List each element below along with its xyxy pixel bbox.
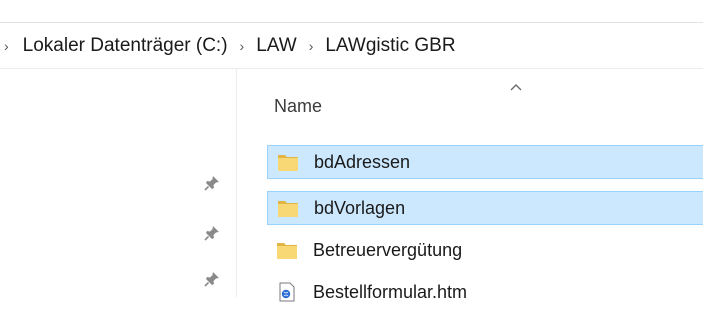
column-header-label: Name [274,96,323,116]
list-item-betreuerverguetung[interactable]: Betreuervergütung [267,233,703,267]
file-name: Betreuervergütung [313,239,463,260]
toolbar-divider [0,22,703,23]
breadcrumb-lawgistic-gbr[interactable]: LAWgistic GBR [325,35,455,57]
breadcrumb-drive-c[interactable]: Lokaler Datenträger (C:) [23,35,228,57]
address-bar[interactable]: › Lokaler Datenträger (C:) › LAW › LAWgi… [0,28,703,64]
chevron-up-icon [510,84,522,91]
pin-icon[interactable] [203,224,221,242]
folder-icon [277,243,297,259]
file-name: Bestellformular.htm [313,281,468,302]
list-item-bdvorlagen[interactable]: bdVorlagen [267,191,703,225]
file-name: bdVorlagen [314,197,406,218]
file-name: bdAdressen [314,151,411,172]
pin-icon[interactable] [203,174,221,192]
pin-icon[interactable] [203,270,221,288]
navigation-pane [0,69,237,297]
list-item-bdadressen[interactable]: bdAdressen [267,145,703,179]
chevron-right-icon[interactable]: › [4,38,9,54]
html-file-icon [279,282,295,302]
breadcrumb-law[interactable]: LAW [256,35,296,57]
chevron-right-icon[interactable]: › [240,38,245,54]
list-item-bestellformular[interactable]: Bestellformular.htm [267,275,703,309]
folder-icon [278,201,298,217]
chevron-right-icon[interactable]: › [309,38,314,54]
folder-icon [278,155,298,171]
name-column-header[interactable]: Name [265,80,703,128]
